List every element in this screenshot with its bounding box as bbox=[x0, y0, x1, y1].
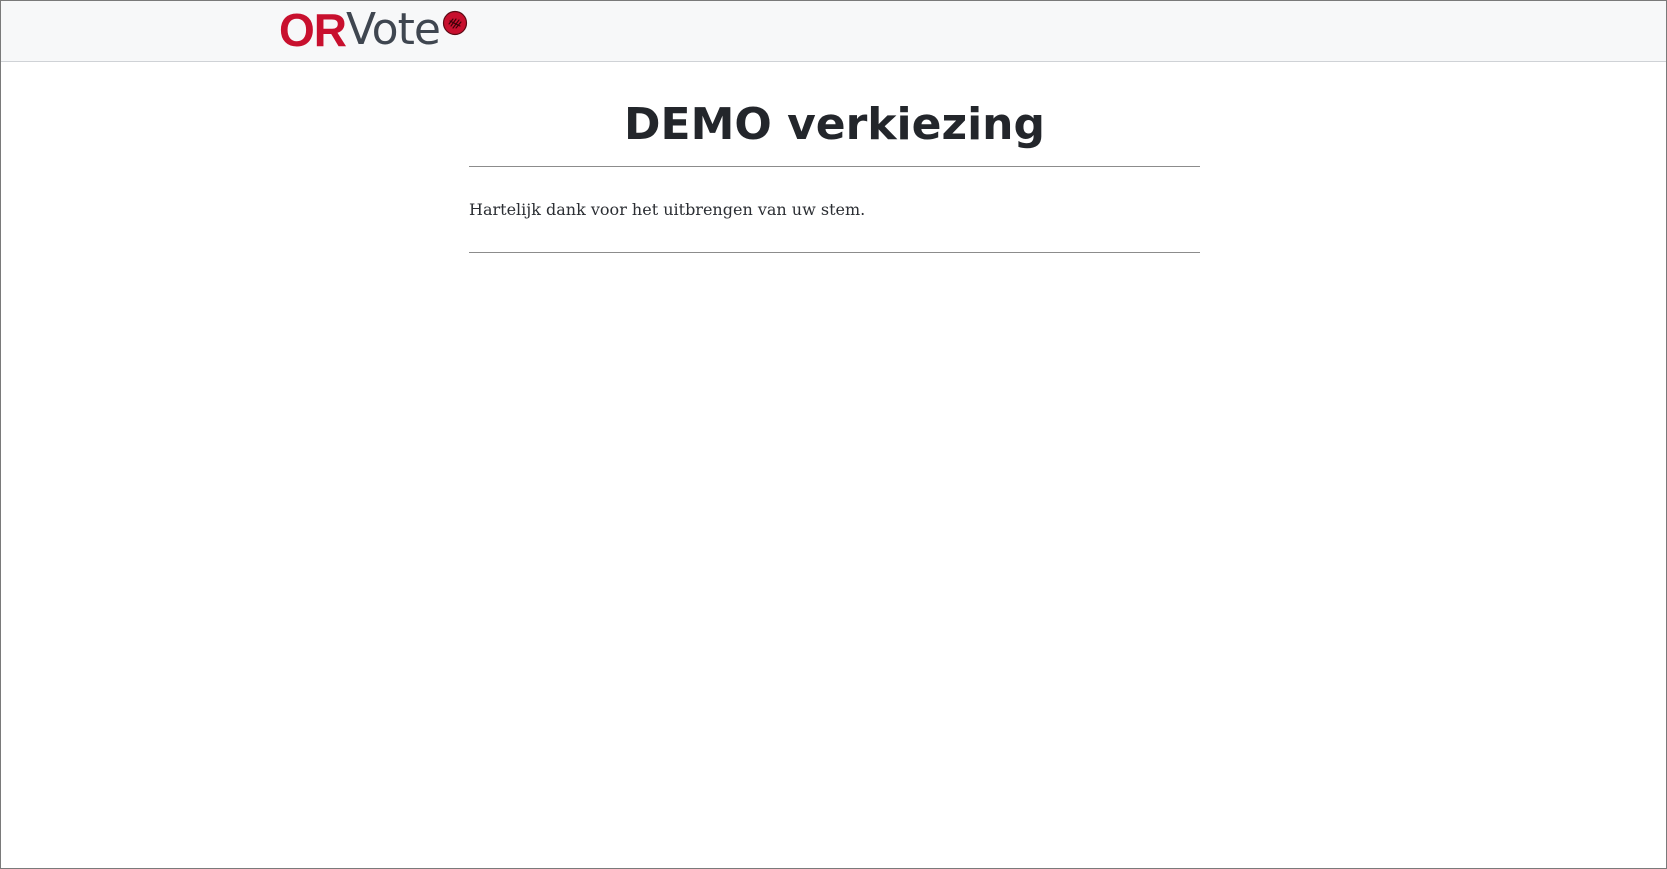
ballot-seal-icon bbox=[442, 10, 468, 36]
bottom-divider bbox=[469, 252, 1200, 253]
page-title: DEMO verkiezing bbox=[623, 99, 1045, 150]
logo-vote-text: Vote bbox=[346, 4, 441, 55]
orvote-logo-link[interactable]: OR Vote bbox=[279, 4, 468, 58]
thank-you-message: Hartelijk dank voor het uitbrengen van u… bbox=[469, 200, 866, 219]
browser-frame: OR Vote DEMO verkiezing Hartelijk dank v… bbox=[0, 0, 1667, 869]
logo-or-text: OR bbox=[279, 4, 347, 56]
main-content: DEMO verkiezing Hartelijk dank voor het … bbox=[469, 61, 1200, 253]
top-navbar: OR Vote bbox=[1, 1, 1666, 62]
